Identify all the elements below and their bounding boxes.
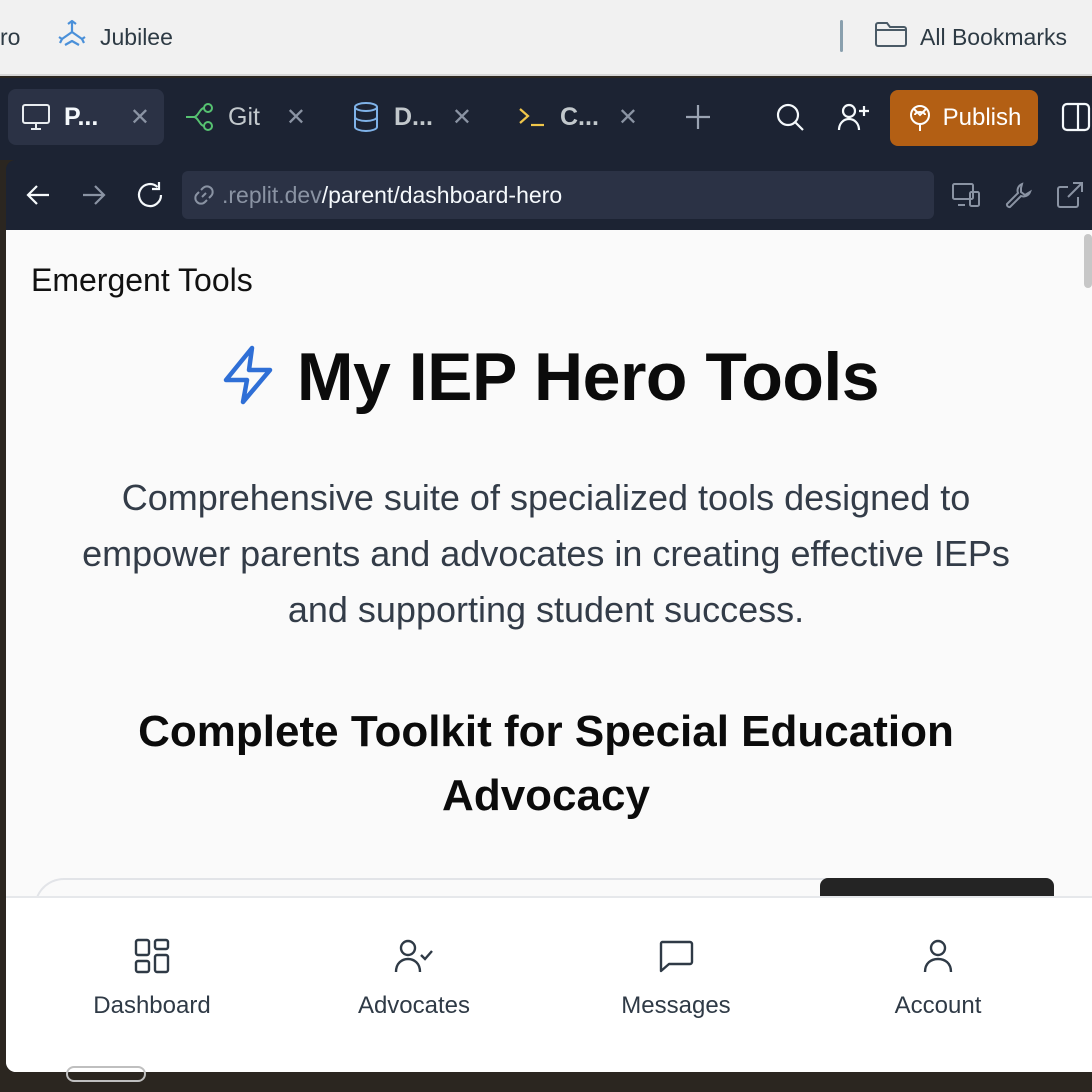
search-icon bbox=[776, 103, 804, 131]
new-tab-button[interactable] bbox=[678, 97, 718, 137]
search-button[interactable] bbox=[770, 97, 810, 137]
scrollbar-thumb[interactable] bbox=[1084, 234, 1092, 288]
tab-label: C... bbox=[560, 102, 599, 131]
nav-messages[interactable]: Messages bbox=[576, 938, 776, 1020]
brand-logo-text[interactable]: Emergent Tools bbox=[31, 262, 253, 299]
database-icon bbox=[350, 101, 382, 133]
close-icon[interactable]: ✕ bbox=[286, 103, 306, 132]
close-icon[interactable]: ✕ bbox=[452, 103, 472, 132]
open-external-button[interactable] bbox=[1050, 175, 1090, 215]
bookmark-partial-label: ro bbox=[0, 23, 21, 50]
nav-advocates[interactable]: Advocates bbox=[314, 938, 514, 1020]
close-icon[interactable]: ✕ bbox=[618, 103, 638, 132]
back-button[interactable] bbox=[18, 175, 58, 215]
tab-git[interactable]: Git ✕ bbox=[172, 89, 320, 145]
close-icon[interactable]: ✕ bbox=[130, 103, 150, 132]
bottom-navigation: Dashboard Advocates Messages Account bbox=[6, 896, 1092, 1072]
arrow-left-icon bbox=[26, 185, 49, 205]
user-check-icon bbox=[394, 939, 433, 973]
nav-label: Advocates bbox=[357, 992, 471, 1019]
sidebar-panel-icon bbox=[1061, 102, 1091, 132]
plus-icon bbox=[686, 105, 710, 129]
bookmark-partial[interactable]: ro bbox=[0, 0, 20, 74]
terminal-icon bbox=[516, 101, 548, 133]
hero-heading: My IEP Hero Tools bbox=[6, 338, 1092, 416]
nav-dashboard[interactable]: Dashboard bbox=[52, 938, 252, 1020]
message-icon bbox=[659, 940, 694, 973]
nav-label: Dashboard bbox=[93, 992, 211, 1019]
jubilee-icon bbox=[56, 18, 88, 56]
workspace-toolbar: P... ✕ Git ✕ D... ✕ C... ✕ Publish bbox=[0, 78, 1092, 160]
tab-label: Git bbox=[228, 102, 260, 131]
url-host: .replit.dev bbox=[222, 181, 322, 208]
add-user-icon bbox=[837, 103, 869, 131]
tab-console[interactable]: C... ✕ bbox=[504, 89, 652, 145]
wrench-icon bbox=[1005, 182, 1032, 209]
bookmark-jubilee[interactable]: Jubilee bbox=[56, 0, 173, 74]
devtools-button[interactable] bbox=[998, 175, 1038, 215]
tab-preview[interactable]: P... ✕ bbox=[8, 89, 164, 145]
invite-button[interactable] bbox=[834, 97, 874, 137]
lightning-icon bbox=[219, 344, 277, 411]
tab-label: D... bbox=[394, 102, 433, 131]
devices-button[interactable] bbox=[946, 175, 986, 215]
folder-icon bbox=[874, 20, 908, 54]
reload-button[interactable] bbox=[130, 175, 170, 215]
monitor-icon bbox=[20, 101, 52, 133]
bookmark-jubilee-label: Jubilee bbox=[100, 23, 173, 50]
reload-icon bbox=[137, 182, 163, 208]
forward-button[interactable] bbox=[74, 175, 114, 215]
page-title: My IEP Hero Tools bbox=[296, 339, 880, 415]
git-branch-icon bbox=[184, 101, 216, 133]
nav-account[interactable]: Account bbox=[838, 938, 1038, 1020]
nav-label: Messages bbox=[621, 992, 731, 1019]
arrow-right-icon bbox=[83, 185, 106, 205]
user-icon bbox=[923, 939, 953, 973]
nav-label: Account bbox=[894, 992, 982, 1019]
all-bookmarks[interactable]: All Bookmarks bbox=[874, 0, 1067, 74]
tab-database[interactable]: D... ✕ bbox=[338, 89, 486, 145]
section-title: Complete Toolkit for Special Education A… bbox=[138, 707, 954, 820]
url-path: /parent/dashboard-hero bbox=[321, 181, 563, 208]
bottom-scroll-indicator[interactable] bbox=[66, 1066, 146, 1082]
publish-icon bbox=[909, 105, 930, 131]
webview-urlbar: .replit.dev/parent/dashboard-hero bbox=[6, 160, 1092, 230]
url-field[interactable]: .replit.dev/parent/dashboard-hero bbox=[182, 171, 934, 219]
publish-button[interactable]: Publish bbox=[890, 90, 1038, 146]
tab-label: P... bbox=[64, 102, 99, 131]
hero-description: Comprehensive suite of specialized tools… bbox=[82, 477, 1010, 630]
bookmarks-divider bbox=[840, 20, 843, 52]
all-bookmarks-label: All Bookmarks bbox=[920, 23, 1067, 50]
webview-pane: .replit.dev/parent/dashboard-hero Emerge… bbox=[6, 160, 1092, 1072]
devices-icon bbox=[952, 183, 980, 207]
app-page: Emergent Tools My IEP Hero Tools Compreh… bbox=[6, 230, 1092, 1072]
dashboard-grid-icon bbox=[134, 938, 170, 974]
publish-label: Publish bbox=[942, 104, 1022, 131]
toggle-panel-button[interactable] bbox=[1056, 97, 1092, 137]
external-link-icon bbox=[1057, 182, 1083, 208]
link-icon bbox=[194, 185, 214, 205]
bookmarks-bar: ro Jubilee All Bookmarks bbox=[0, 0, 1092, 76]
